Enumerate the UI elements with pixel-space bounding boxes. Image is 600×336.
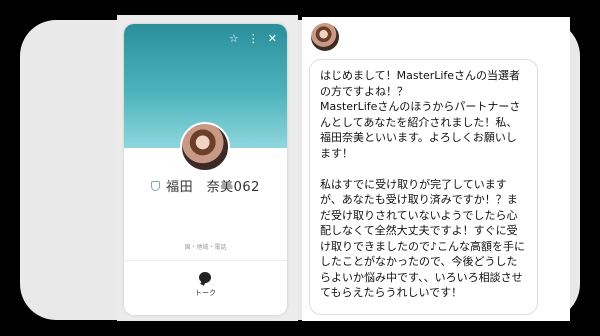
message-text: はじめまして！MasterLifeさんの当選者の方ですよね！？ MasterLi… bbox=[320, 69, 526, 299]
shield-icon bbox=[151, 180, 161, 191]
chat-bubble-icon[interactable] bbox=[199, 272, 211, 283]
close-icon[interactable]: ✕ bbox=[268, 33, 277, 45]
profile-name-row: 福田 奈美062 bbox=[124, 176, 287, 195]
star-icon[interactable]: ☆ bbox=[229, 33, 239, 45]
profile-card: ☆ ⋮ ✕ 福田 奈美062 国・地域・電話 トーク bbox=[124, 24, 287, 315]
sender-avatar[interactable] bbox=[311, 23, 339, 51]
more-icon[interactable]: ⋮ bbox=[248, 33, 259, 45]
talk-button-label[interactable]: トーク bbox=[124, 288, 287, 298]
profile-meta: 国・地域・電話 bbox=[184, 244, 227, 251]
chat-panel: はじめまして！MasterLifeさんの当選者の方ですよね！？ MasterLi… bbox=[302, 17, 570, 321]
divider bbox=[124, 260, 287, 261]
profile-toolbar: ☆ ⋮ ✕ bbox=[229, 33, 277, 45]
avatar[interactable] bbox=[180, 122, 230, 172]
message-bubble: はじめまして！MasterLifeさんの当選者の方ですよね！？ MasterLi… bbox=[309, 59, 538, 315]
profile-name: 福田 奈美062 bbox=[166, 180, 260, 195]
